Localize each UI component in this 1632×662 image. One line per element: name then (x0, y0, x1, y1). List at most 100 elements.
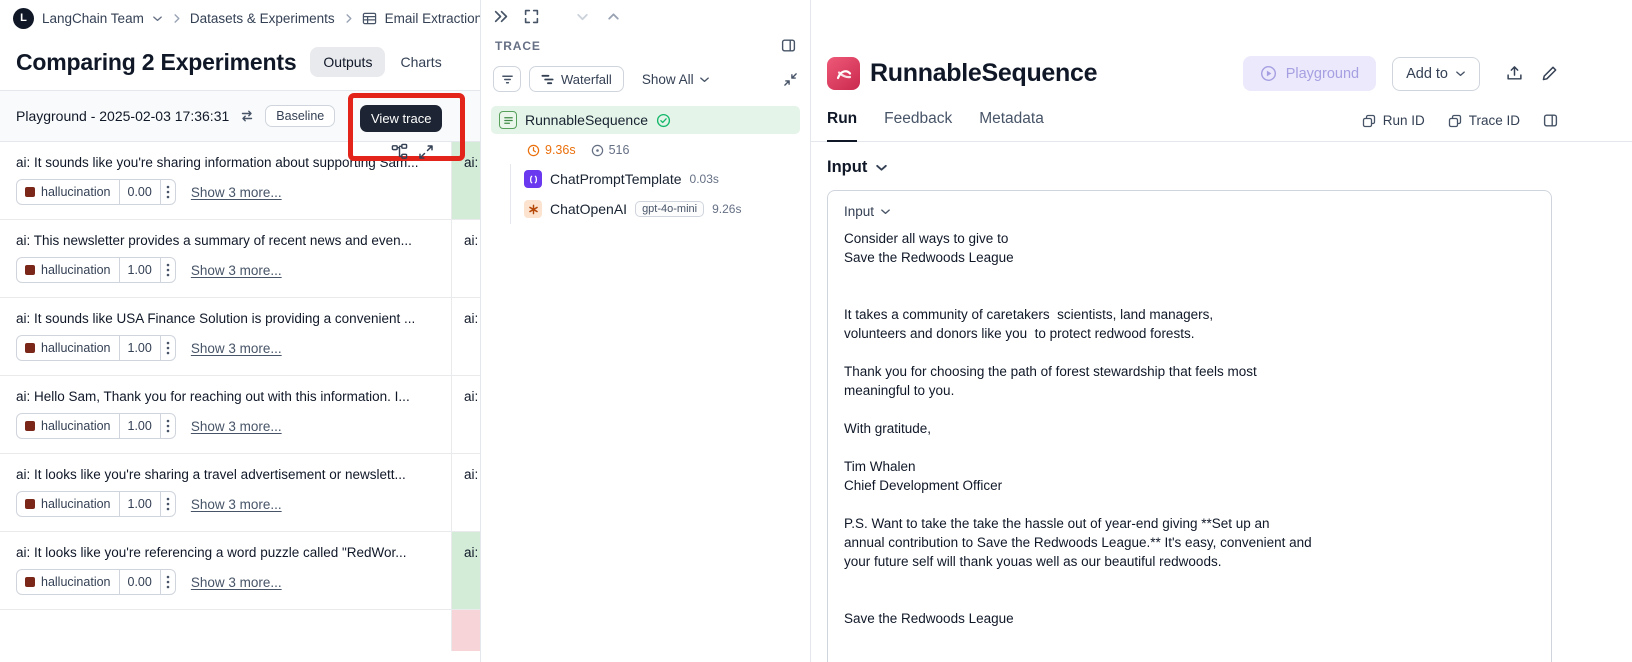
trace-toolbar: Waterfall Show All (481, 55, 810, 100)
table-row[interactable]: ai: It looks like you're sharing a trave… (0, 454, 480, 532)
tab-feedback[interactable]: Feedback (884, 100, 952, 141)
baseline-badge: Baseline (265, 105, 336, 127)
app-root: L LangChain Team Datasets & Experiments … (0, 0, 1632, 662)
table-row[interactable] (0, 610, 480, 651)
peer-cell[interactable]: ai: (452, 298, 480, 375)
peer-cell[interactable]: ai: (452, 376, 480, 453)
show-more-link[interactable]: Show 3 more... (191, 419, 282, 434)
metric-label: hallucination (41, 185, 111, 199)
fullscreen-icon[interactable] (524, 9, 539, 24)
clock-icon (527, 144, 540, 157)
trace-node-child[interactable]: ChatPromptTemplate 0.03s (522, 164, 800, 194)
peer-cell[interactable] (452, 610, 480, 651)
metric-label: hallucination (41, 263, 111, 277)
tab-run[interactable]: Run (827, 100, 858, 142)
view-trace-icon[interactable] (391, 143, 408, 160)
show-more-link[interactable]: Show 3 more... (191, 497, 282, 512)
token-icon (591, 144, 604, 157)
breadcrumb-dataset-name[interactable]: Email Extraction (385, 11, 480, 26)
experiments-panel: L LangChain Team Datasets & Experiments … (0, 0, 481, 662)
tab-metadata[interactable]: Metadata (979, 100, 1044, 141)
feedback-chip[interactable]: hallucination 0.00 (16, 569, 176, 595)
show-more-link[interactable]: Show 3 more... (191, 575, 282, 590)
trace-node-root[interactable]: RunnableSequence (491, 106, 800, 134)
input-card: Input Consider all ways to give to Save … (827, 190, 1552, 662)
chevron-down-icon[interactable] (152, 13, 163, 24)
input-view-dropdown[interactable]: Input (844, 204, 1535, 219)
metric-label: hallucination (41, 419, 111, 433)
show-more-link[interactable]: Show 3 more... (191, 263, 282, 278)
playground-button[interactable]: Playground (1242, 56, 1377, 91)
collapse-panel-icon[interactable] (493, 9, 508, 24)
filter-button[interactable] (493, 66, 521, 92)
dots-menu-icon[interactable] (159, 492, 175, 516)
hallucination-icon (25, 577, 35, 587)
dots-menu-icon[interactable] (159, 180, 175, 204)
peer-cell[interactable]: ai: (452, 532, 480, 609)
run-content: Input Input Consider all ways to give to… (811, 142, 1632, 662)
dots-menu-icon[interactable] (159, 414, 175, 438)
annotation-highlight-box: View trace (348, 93, 465, 161)
output-text: ai: It looks like you're referencing a w… (16, 545, 407, 560)
hallucination-icon (25, 343, 35, 353)
show-all-dropdown[interactable]: Show All (642, 72, 710, 87)
input-text: Consider all ways to give to Save the Re… (844, 231, 1312, 626)
table-row[interactable]: ai: This newsletter provides a summary o… (0, 220, 480, 298)
feedback-chip[interactable]: hallucination 0.00 (16, 179, 176, 205)
input-view-label: Input (844, 204, 875, 219)
output-text: ai: This newsletter provides a summary o… (16, 233, 412, 248)
trace-root-stats: 9.36s 516 (491, 134, 800, 164)
side-panel-icon[interactable] (781, 38, 796, 53)
run-detail-panel: RunnableSequence Playground Add to Run F… (811, 0, 1632, 662)
swap-columns-icon[interactable] (240, 109, 254, 123)
expand-trace-icon[interactable] (418, 144, 434, 160)
prev-run-icon[interactable] (575, 9, 590, 24)
copy-run-id[interactable]: Run ID (1362, 113, 1425, 128)
dots-menu-icon[interactable] (159, 570, 175, 594)
view-trace-tooltip: View trace (360, 105, 443, 132)
tab-outputs[interactable]: Outputs (310, 47, 386, 77)
collapse-all-icon[interactable] (783, 72, 798, 87)
side-panel-icon[interactable] (1543, 113, 1558, 128)
prompt-template-icon (524, 170, 542, 188)
hallucination-icon (25, 265, 35, 275)
dots-menu-icon[interactable] (159, 336, 175, 360)
add-to-button[interactable]: Add to (1392, 56, 1480, 91)
run-header: RunnableSequence Playground Add to (827, 56, 1558, 91)
feedback-chip[interactable]: hallucination 1.00 (16, 335, 176, 361)
org-logo[interactable]: L (13, 7, 34, 29)
tab-charts[interactable]: Charts (387, 47, 454, 77)
view-tabs: Outputs Charts (310, 47, 454, 77)
share-icon[interactable] (1506, 65, 1523, 82)
dots-menu-icon[interactable] (159, 258, 175, 282)
trace-node-child[interactable]: ChatOpenAI gpt-4o-mini 9.26s (522, 194, 800, 224)
chevron-right-icon (343, 13, 354, 24)
waterfall-button[interactable]: Waterfall (529, 66, 624, 92)
table-row[interactable]: ai: Hello Sam, Thank you for reaching ou… (0, 376, 480, 454)
breadcrumb-team[interactable]: LangChain Team (42, 11, 144, 26)
run-title: RunnableSequence (870, 59, 1098, 87)
sequence-icon (499, 111, 517, 129)
edit-pencil-icon[interactable] (1541, 65, 1558, 82)
runnable-sequence-icon (827, 57, 860, 90)
input-section-header[interactable]: Input (827, 158, 1552, 177)
feedback-chip[interactable]: hallucination 1.00 (16, 413, 176, 439)
experiment-name[interactable]: Playground - 2025-02-03 17:36:31 (16, 108, 229, 124)
output-text: ai: It sounds like USA Finance Solution … (16, 311, 416, 326)
peer-cell[interactable]: ai: (452, 454, 480, 531)
peer-cell[interactable]: ai: (452, 220, 480, 297)
run-id-label: Run ID (1382, 113, 1425, 128)
feedback-chip[interactable]: hallucination 1.00 (16, 257, 176, 283)
breadcrumb-datasets[interactable]: Datasets & Experiments (190, 11, 335, 26)
feedback-chip[interactable]: hallucination 1.00 (16, 491, 176, 517)
copy-trace-id[interactable]: Trace ID (1448, 113, 1520, 128)
show-more-link[interactable]: Show 3 more... (191, 341, 282, 356)
table-row[interactable]: ai: It sounds like USA Finance Solution … (0, 298, 480, 376)
waterfall-label: Waterfall (561, 71, 612, 87)
table-row[interactable]: ai: It looks like you're referencing a w… (0, 532, 480, 610)
next-run-icon[interactable] (606, 9, 621, 24)
trace-header: TRACE (481, 28, 810, 55)
duration-value: 0.03s (689, 172, 719, 186)
output-text: ai: It looks like you're sharing a trave… (16, 467, 406, 482)
show-more-link[interactable]: Show 3 more... (191, 185, 282, 200)
